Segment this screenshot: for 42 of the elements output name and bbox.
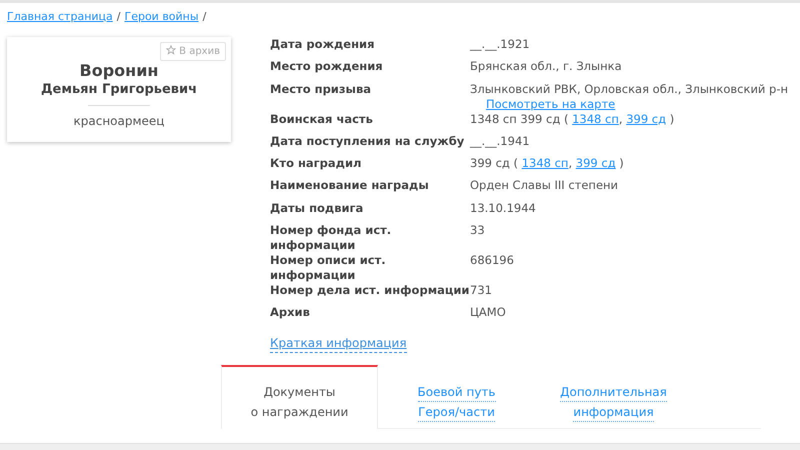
field-label: Номер фонда ист. информации (270, 223, 392, 254)
field-value: Брянская обл., г. Злынка (470, 59, 622, 74)
field-value: 1348 сп 399 сд ( 1348 сп, 399 сд ) (470, 112, 674, 127)
tab[interactable]: Документы о награждении (221, 364, 378, 429)
archive-button[interactable]: В архив (160, 42, 226, 61)
surname: Воронин (78, 61, 160, 80)
field-label: Номер описи ист. информации (270, 253, 387, 284)
unit-link[interactable]: 399 сд (626, 112, 666, 126)
map-link[interactable]: Посмотреть на карте (486, 96, 616, 112)
field-label: Место призыва (270, 82, 372, 98)
breadcrumb-link[interactable]: Главная страница (7, 10, 113, 23)
rank-text: красноармеец (72, 112, 166, 130)
field-label: Место рождения (270, 59, 384, 76)
field-value: 33 (470, 223, 485, 238)
field-label: Архив (270, 305, 311, 322)
field-value: Орден Славы III степени (470, 178, 618, 194)
field-value: __.__.1921 (470, 37, 530, 52)
field-value: 731 (470, 283, 492, 298)
unit-link[interactable]: 399 сд (576, 156, 616, 170)
tab[interactable]: Боевой путь Героя/части (378, 364, 535, 428)
tab[interactable]: Дополнительная информация (535, 364, 692, 428)
breadcrumb-link[interactable]: Герои войны (124, 10, 199, 23)
field-label: Номер дела ист. информации (270, 283, 470, 300)
field-label: Даты подвига (270, 200, 364, 217)
field-value: __.__.1941 (470, 134, 530, 149)
short-info-link[interactable]: Краткая информация (270, 334, 407, 353)
field-label: Кто наградил (270, 156, 362, 172)
field-value: ЦАМО (470, 305, 506, 320)
field-value: 686196 (470, 253, 514, 268)
unit-link[interactable]: 1348 сп (572, 112, 619, 126)
unit-link[interactable]: 1348 сп (522, 156, 568, 170)
star-icon (166, 45, 176, 55)
field-value: 13.10.1944 (470, 200, 536, 216)
field-value: 399 сд ( 1348 сп, 399 сд ) (470, 156, 624, 172)
field-label: Дата рождения (270, 37, 376, 53)
field-value: Злынковский РВК, Орловская обл., Злынковский р-н (470, 82, 788, 97)
given-names: Демьян Григорьевич (40, 81, 198, 100)
breadcrumb-separator: / (202, 10, 206, 23)
breadcrumb-separator: / (116, 10, 120, 23)
field-label: Наименование награды (270, 178, 430, 194)
field-label: Дата поступления на службу (270, 134, 466, 150)
field-label: Воинская часть (270, 112, 374, 128)
